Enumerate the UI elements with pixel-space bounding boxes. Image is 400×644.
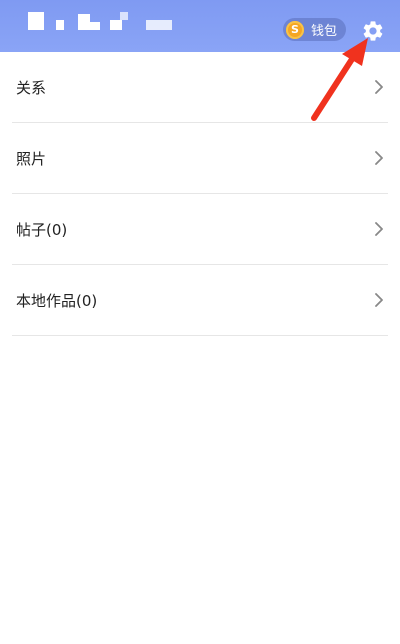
chevron-right-icon bbox=[375, 293, 383, 307]
coin-icon: S bbox=[286, 20, 304, 39]
wallet-button[interactable]: S 钱包 bbox=[283, 18, 346, 41]
menu-item-relations[interactable]: 关系 bbox=[12, 52, 388, 123]
gear-icon[interactable] bbox=[361, 19, 385, 43]
menu-item-label: 照片 bbox=[16, 149, 47, 168]
chevron-right-icon bbox=[375, 80, 383, 94]
profile-menu-list: 关系 照片 帖子(0) 本地作品(0) bbox=[0, 52, 400, 336]
chevron-right-icon bbox=[375, 151, 383, 165]
menu-item-local-works[interactable]: 本地作品(0) bbox=[12, 265, 388, 336]
wallet-label: 钱包 bbox=[311, 24, 338, 39]
menu-item-label: 本地作品(0) bbox=[16, 291, 98, 310]
menu-item-label: 帖子(0) bbox=[16, 220, 68, 239]
menu-item-photos[interactable]: 照片 bbox=[12, 123, 388, 194]
chevron-right-icon bbox=[375, 222, 383, 236]
menu-item-label: 关系 bbox=[16, 78, 47, 97]
menu-item-posts[interactable]: 帖子(0) bbox=[12, 194, 388, 265]
censored-username bbox=[28, 10, 188, 34]
profile-header: S 钱包 bbox=[0, 0, 400, 52]
